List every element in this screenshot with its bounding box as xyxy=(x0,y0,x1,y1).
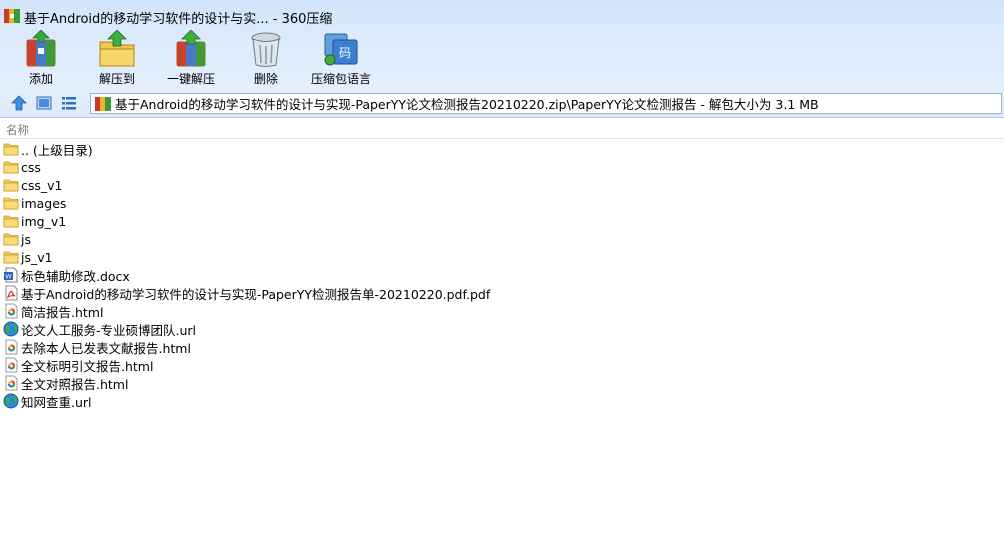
title-bar: 基于Android的移动学习软件的设计与实... - 360压缩 xyxy=(0,0,1004,30)
extract-folder-icon xyxy=(99,30,135,67)
file-name: 论文人工服务-专业硕博团队.url xyxy=(21,322,197,338)
file-name: 简洁报告.html xyxy=(21,304,104,320)
window-title: 基于Android的移动学习软件的设计与实... - 360压缩 xyxy=(24,12,333,27)
folder-icon xyxy=(3,249,19,265)
one-click-extract-button-label: 一键解压 xyxy=(166,72,215,86)
file-name: 基于Android的移动学习软件的设计与实现-PaperYY检测报告单-2021… xyxy=(21,286,491,302)
extract-to-button-label: 解压到 xyxy=(98,72,135,86)
folder-icon xyxy=(3,195,19,211)
file-list-item[interactable]: 简洁报告.html xyxy=(0,302,1004,320)
html-browser-icon xyxy=(3,339,19,355)
column-header-name[interactable]: 名称 xyxy=(6,122,29,138)
file-name: css xyxy=(21,159,41,175)
globe-icon xyxy=(3,393,19,409)
one-click-extract-button[interactable]: 一键解压 xyxy=(166,30,216,88)
delete-button[interactable]: 删除 xyxy=(246,30,286,88)
archive-app-icon xyxy=(4,9,20,23)
file-name: 全文标明引文报告.html xyxy=(21,358,154,374)
file-name: js xyxy=(21,231,31,247)
file-name: css_v1 xyxy=(21,177,63,193)
file-name: js_v1 xyxy=(21,249,53,265)
file-list-item[interactable]: 全文标明引文报告.html xyxy=(0,356,1004,374)
delete-button-label: 删除 xyxy=(253,72,278,86)
pdf-icon xyxy=(3,285,19,301)
file-list-item[interactable]: js xyxy=(0,230,1004,248)
navigation-bar: 基于Android的移动学习软件的设计与实现-PaperYY论文检测报告2021… xyxy=(0,90,1004,116)
file-name: 去除本人已发表文献报告.html xyxy=(21,340,191,356)
file-list-item[interactable]: 标色辅助修改.docx xyxy=(0,266,1004,284)
file-list-item[interactable]: img_v1 xyxy=(0,212,1004,230)
file-name: img_v1 xyxy=(21,213,67,229)
file-list-item[interactable]: 论文人工服务-专业硕博团队.url xyxy=(0,320,1004,338)
path-address-bar[interactable]: 基于Android的移动学习软件的设计与实现-PaperYY论文检测报告2021… xyxy=(90,93,1002,114)
window-chrome: 基于Android的移动学习软件的设计与实... - 360压缩 添加 解压到 xyxy=(0,0,1004,118)
html-browser-icon xyxy=(3,357,19,373)
html-browser-icon xyxy=(3,303,19,319)
html-browser-icon xyxy=(3,375,19,391)
folder-icon xyxy=(3,141,19,157)
add-button-label: 添加 xyxy=(28,72,53,86)
file-name: .. (上级目录) xyxy=(21,142,93,158)
globe-icon xyxy=(3,321,19,337)
archive-language-button[interactable]: 码 压缩包语言 xyxy=(310,30,372,88)
file-list-item[interactable]: 去除本人已发表文献报告.html xyxy=(0,338,1004,356)
folder-icon xyxy=(3,213,19,229)
trash-can-icon xyxy=(251,32,281,67)
archive-language-button-label: 压缩包语言 xyxy=(310,72,371,86)
svg-text:码: 码 xyxy=(339,46,351,60)
file-list-item[interactable]: .. (上级目录) xyxy=(0,140,1004,158)
file-list-item[interactable]: 全文对照报告.html xyxy=(0,374,1004,392)
add-archive-icon xyxy=(26,30,56,67)
encoding-code-icon: 码 xyxy=(324,33,358,66)
one-click-extract-icon xyxy=(176,30,206,67)
list-header: 名称 xyxy=(0,119,1004,139)
current-path: 基于Android的移动学习软件的设计与实现-PaperYY论文检测报告2021… xyxy=(115,97,819,112)
file-name: 全文对照报告.html xyxy=(21,376,129,392)
thumbnail-view-icon[interactable] xyxy=(35,94,53,112)
folder-icon xyxy=(3,177,19,193)
folder-icon xyxy=(3,159,19,175)
list-view-icon[interactable] xyxy=(60,94,78,112)
file-list: .. (上级目录) css css_v1images img_v1js js_v1 标色辅… xyxy=(0,140,1004,410)
toolbar: 添加 解压到 一键解压 删除 码 压缩包语言 xyxy=(0,30,1004,88)
file-name: 知网查重.url xyxy=(21,394,92,410)
extract-to-button[interactable]: 解压到 xyxy=(96,30,138,88)
file-name: 标色辅助修改.docx xyxy=(21,268,130,284)
file-list-item[interactable]: 知网查重.url xyxy=(0,392,1004,410)
file-list-item[interactable]: images xyxy=(0,194,1004,212)
file-list-item[interactable]: css xyxy=(0,158,1004,176)
up-level-arrow-icon[interactable] xyxy=(10,94,28,112)
folder-icon xyxy=(3,231,19,247)
file-list-item[interactable]: js_v1 xyxy=(0,248,1004,266)
archive-icon xyxy=(95,96,111,111)
add-button[interactable]: 添加 xyxy=(20,30,62,88)
file-name: images xyxy=(21,195,67,211)
word-doc-icon xyxy=(3,267,19,283)
file-list-item[interactable]: css_v1 xyxy=(0,176,1004,194)
file-list-item[interactable]: 基于Android的移动学习软件的设计与实现-PaperYY检测报告单-2021… xyxy=(0,284,1004,302)
